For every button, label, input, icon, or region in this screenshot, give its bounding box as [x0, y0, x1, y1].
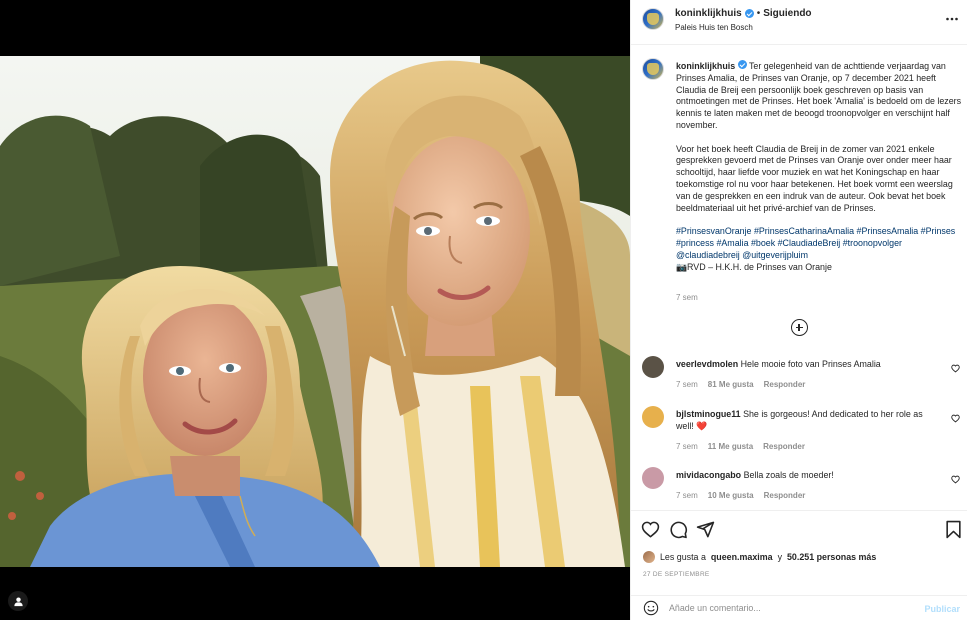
- likes-summary: Les gusta a queen.maxima y 50.251 person…: [643, 551, 876, 563]
- tag-user-icon: [13, 596, 23, 606]
- author-avatar[interactable]: [642, 8, 664, 30]
- comment-heart-icon[interactable]: [951, 414, 960, 423]
- post-photo[interactable]: [0, 56, 630, 567]
- commenter-username[interactable]: mividacongabo: [676, 470, 741, 480]
- comment-input[interactable]: [669, 600, 909, 616]
- comment-text-line: mividacongabo Bella zoals de moeder!: [676, 470, 938, 482]
- comment-text-line: veerlevdmolen Hele mooie foto van Prinse…: [676, 359, 938, 371]
- comment-meta: 7 sem 81 Me gusta Responder: [676, 380, 805, 389]
- reply-button[interactable]: Responder: [764, 491, 806, 500]
- photo-pane: [0, 0, 630, 620]
- post-location[interactable]: Paleis Huis ten Bosch: [675, 23, 753, 32]
- caption-username[interactable]: koninklijkhuis: [676, 61, 735, 71]
- comment-heart-icon[interactable]: [951, 364, 960, 373]
- post-caption: koninklijkhuis Ter gelegenheid van de ac…: [676, 60, 962, 273]
- caption-area: koninklijkhuis Ter gelegenheid van de ac…: [631, 46, 967, 346]
- comment-item: veerlevdmolen Hele mooie foto van Prinse…: [631, 356, 967, 406]
- comment-time: 7 sem: [676, 380, 698, 389]
- caption-credit: 📷RVD – H.K.H. de Prinses van Oranje: [676, 261, 832, 272]
- heart-icon[interactable]: [641, 520, 660, 539]
- comment-heart-icon[interactable]: [951, 475, 960, 484]
- caption-paragraph-2: Voor het boek heeft Claudia de Breij in …: [676, 143, 953, 213]
- post-header: koninklijkhuis • Siguiendo Paleis Huis t…: [631, 0, 967, 45]
- comment-icon[interactable]: [669, 520, 688, 539]
- liker-username[interactable]: queen.maxima: [711, 552, 773, 562]
- publish-button[interactable]: Publicar: [924, 604, 960, 614]
- caption-timestamp: 7 sem: [676, 293, 698, 302]
- commenter-avatar[interactable]: [642, 356, 664, 378]
- comment-box: Publicar: [631, 595, 967, 620]
- reply-button[interactable]: Responder: [764, 380, 806, 389]
- comment-likes[interactable]: 11 Me gusta: [708, 442, 753, 451]
- selfie-photo-illustration: [0, 56, 630, 567]
- comment-text: Hele mooie foto van Prinses Amalia: [740, 359, 881, 369]
- comment-text-line: bjlstminogue11 She is gorgeous! And dedi…: [676, 409, 938, 433]
- liker-avatar[interactable]: [643, 551, 655, 563]
- verified-badge-icon: [737, 60, 747, 69]
- post-side-panel: koninklijkhuis • Siguiendo Paleis Huis t…: [630, 0, 967, 620]
- commenter-username[interactable]: bjlstminogue11: [676, 409, 741, 419]
- comment-meta: 7 sem 10 Me gusta Responder: [676, 491, 805, 500]
- more-horizontal-icon: [946, 17, 958, 21]
- comment-time: 7 sem: [676, 491, 698, 500]
- comment-item: bjlstminogue11 She is gorgeous! And dedi…: [631, 406, 967, 456]
- author-username[interactable]: koninklijkhuis: [675, 8, 742, 19]
- comment-likes[interactable]: 10 Me gusta: [708, 491, 754, 500]
- caption-avatar[interactable]: [642, 58, 664, 80]
- likes-middle: y: [777, 552, 782, 562]
- separator: •: [756, 8, 761, 19]
- commenter-avatar[interactable]: [642, 467, 664, 489]
- caption-hashtags[interactable]: #PrinsesvanOranje #PrinsesCatharinaAmali…: [676, 226, 962, 261]
- commenter-avatar[interactable]: [642, 406, 664, 428]
- verified-badge-icon: [744, 9, 754, 18]
- comment-meta: 7 sem 11 Me gusta Responder: [676, 442, 805, 451]
- author-line: koninklijkhuis • Siguiendo: [675, 8, 812, 19]
- caption-paragraph-1: Ter gelegenheid van de achttiende verjaa…: [676, 61, 962, 130]
- load-more-comments-button[interactable]: [791, 319, 808, 336]
- share-icon[interactable]: [696, 520, 715, 539]
- comment-text: Bella zoals de moeder!: [743, 470, 834, 480]
- tag-user-button[interactable]: [8, 591, 28, 611]
- emoji-icon[interactable]: [643, 600, 659, 616]
- likes-prefix: Les gusta a: [660, 552, 706, 562]
- post-actions: Les gusta a queen.maxima y 50.251 person…: [631, 510, 967, 595]
- more-options-button[interactable]: [946, 12, 958, 22]
- comment-likes[interactable]: 81 Me gusta: [708, 380, 754, 389]
- likes-count[interactable]: 50.251 personas más: [787, 552, 876, 562]
- post-date: 27 DE SEPTIEMBRE: [643, 571, 710, 578]
- comment-time: 7 sem: [676, 442, 698, 451]
- bookmark-icon[interactable]: [944, 520, 963, 539]
- reply-button[interactable]: Responder: [763, 442, 805, 451]
- follow-status-button[interactable]: Siguiendo: [763, 8, 811, 19]
- commenter-username[interactable]: veerlevdmolen: [676, 359, 738, 369]
